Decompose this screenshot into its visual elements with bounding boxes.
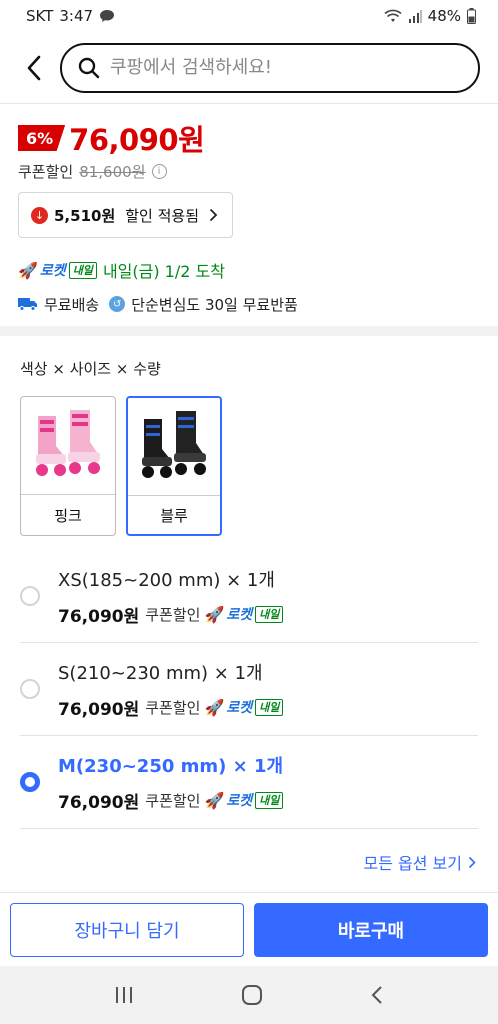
size-option-m[interactable]: M(230~250 mm) × 1개 76,090원 쿠폰할인 🚀 로켓 내일 bbox=[20, 736, 478, 829]
add-to-cart-button[interactable]: 장바구니 담기 bbox=[10, 903, 244, 957]
rocket-icon: 🚀 bbox=[204, 697, 225, 717]
discount-applied-label: 할인 적용됨 bbox=[125, 206, 200, 225]
all-options-label: 모든 옵션 보기 bbox=[363, 854, 463, 873]
rocket-icon: 🚀 bbox=[204, 790, 225, 810]
size-price: 76,090원 bbox=[58, 792, 140, 813]
search-icon bbox=[78, 57, 100, 78]
size-option-list: XS(185~200 mm) × 1개 76,090원 쿠폰할인 🚀 로켓 내일… bbox=[20, 550, 478, 829]
coupon-label: 쿠폰할인 bbox=[145, 791, 201, 810]
search-header bbox=[0, 32, 498, 104]
coupon-label: 쿠폰할인 bbox=[145, 605, 201, 624]
info-icon[interactable]: i bbox=[151, 163, 167, 179]
coupon-row: 쿠폰할인 81,600원 i bbox=[18, 160, 480, 182]
size-name: XS(185~200 mm) × 1개 bbox=[58, 569, 275, 591]
size-name: M(230~250 mm) × 1개 bbox=[58, 755, 284, 777]
chevron-right-icon bbox=[468, 856, 476, 868]
rocket-icon: 🚀 bbox=[204, 604, 225, 624]
rocket-delivery-row: 🚀 로켓 내일 내일(금) 1/2 도착 bbox=[18, 258, 480, 282]
down-arrow-icon: ↓ bbox=[31, 206, 48, 224]
status-bar: SKT 3:47 48% bbox=[0, 0, 498, 32]
rocket-label: 로켓 bbox=[226, 700, 253, 716]
rocket-icon: 🚀 bbox=[18, 260, 38, 280]
size-text: XS(185~200 mm) × 1개 76,090원 쿠폰할인 🚀 로켓 내일 bbox=[58, 566, 289, 627]
size-option-xs[interactable]: XS(185~200 mm) × 1개 76,090원 쿠폰할인 🚀 로켓 내일 bbox=[20, 550, 478, 643]
size-price: 76,090원 bbox=[58, 699, 140, 720]
coupon-label: 쿠폰할인 bbox=[18, 162, 74, 181]
pink-skate-image bbox=[21, 397, 115, 495]
rocket-label: 로켓 bbox=[226, 793, 253, 809]
rocket-label: 로켓 bbox=[226, 607, 253, 623]
carrier-label: SKT bbox=[26, 7, 54, 25]
price-row: 6% 76,090원 bbox=[18, 118, 480, 158]
search-input[interactable] bbox=[110, 57, 410, 78]
back-button[interactable] bbox=[18, 48, 50, 88]
radio-unselected[interactable] bbox=[20, 679, 40, 699]
discount-amount: 5,510원 bbox=[54, 206, 116, 225]
size-text: M(230~250 mm) × 1개 76,090원 쿠폰할인 🚀 로켓 내일 bbox=[58, 752, 289, 813]
blue-skate-image bbox=[128, 398, 220, 496]
battery-percent: 48% bbox=[427, 7, 461, 25]
free-return-label: 단순변심도 30일 무료반품 bbox=[131, 295, 298, 314]
all-options-link[interactable]: 모든 옵션 보기 bbox=[364, 850, 477, 874]
chat-notification-icon bbox=[100, 10, 115, 22]
recent-apps-icon[interactable] bbox=[114, 986, 134, 1004]
back-nav-icon[interactable] bbox=[370, 985, 384, 1005]
system-nav-bar bbox=[0, 966, 498, 1024]
home-icon[interactable] bbox=[241, 984, 263, 1006]
buy-now-button[interactable]: 바로구매 bbox=[254, 903, 488, 957]
truck-icon bbox=[18, 298, 37, 311]
sale-price: 76,090원 bbox=[69, 123, 205, 157]
color-option-blue[interactable]: 블루 bbox=[126, 396, 222, 536]
signal-icon bbox=[408, 9, 422, 23]
color-label-pink: 핑크 bbox=[54, 506, 82, 525]
option-title: 색상 × 사이즈 × 수량 bbox=[20, 360, 161, 378]
tomorrow-tag: 내일 bbox=[255, 605, 284, 623]
original-price: 81,600원 bbox=[79, 162, 146, 181]
chevron-right-icon bbox=[209, 208, 218, 222]
size-option-s[interactable]: S(210~230 mm) × 1개 76,090원 쿠폰할인 🚀 로켓 내일 bbox=[20, 643, 478, 736]
price-section: 6% 76,090원 쿠폰할인 81,600원 i ↓ 5,510원 할인 적용… bbox=[18, 118, 480, 316]
section-divider bbox=[0, 326, 498, 336]
coupon-label: 쿠폰할인 bbox=[145, 698, 201, 717]
search-box[interactable] bbox=[60, 42, 480, 93]
tomorrow-tag: 내일 bbox=[255, 698, 284, 716]
radio-selected[interactable] bbox=[20, 772, 40, 792]
rocket-badge: 🚀 로켓 내일 bbox=[204, 697, 289, 717]
tomorrow-tag: 내일 bbox=[68, 261, 97, 279]
color-label-blue: 블루 bbox=[160, 506, 188, 525]
arrival-date: 내일(금) 1/2 도착 bbox=[102, 262, 225, 281]
rocket-badge: 🚀 로켓 내일 bbox=[204, 604, 289, 624]
size-price-row: 76,090원 쿠폰할인 🚀 로켓 내일 bbox=[58, 788, 289, 813]
radio-unselected[interactable] bbox=[20, 586, 40, 606]
clock: 3:47 bbox=[59, 7, 94, 25]
size-text: S(210~230 mm) × 1개 76,090원 쿠폰할인 🚀 로켓 내일 bbox=[58, 659, 289, 720]
rocket-label: 로켓 bbox=[39, 263, 66, 279]
tomorrow-tag: 내일 bbox=[255, 791, 284, 809]
status-right: 48% bbox=[384, 7, 476, 25]
battery-icon bbox=[467, 8, 476, 24]
size-price-row: 76,090원 쿠폰할인 🚀 로켓 내일 bbox=[58, 695, 289, 720]
back-arrow-icon bbox=[27, 55, 41, 80]
return-icon: ↺ bbox=[109, 296, 126, 312]
discount-badge: 6% bbox=[18, 125, 66, 151]
size-price: 76,090원 bbox=[58, 606, 140, 627]
rocket-badge: 🚀 로켓 내일 bbox=[204, 790, 289, 810]
size-name: S(210~230 mm) × 1개 bbox=[58, 662, 263, 684]
status-left: SKT 3:47 bbox=[26, 7, 115, 25]
size-price-row: 76,090원 쿠폰할인 🚀 로켓 내일 bbox=[58, 602, 289, 627]
shipping-row: 무료배송 ↺ 단순변심도 30일 무료반품 bbox=[18, 292, 480, 316]
discount-applied-button[interactable]: ↓ 5,510원 할인 적용됨 bbox=[18, 192, 234, 238]
color-swatches: 핑크 블루 bbox=[20, 396, 222, 536]
bottom-action-bar: 장바구니 담기 바로구매 bbox=[0, 892, 498, 964]
free-shipping-label: 무료배송 bbox=[44, 295, 100, 314]
wifi-icon bbox=[384, 9, 402, 22]
color-option-pink[interactable]: 핑크 bbox=[20, 396, 116, 536]
